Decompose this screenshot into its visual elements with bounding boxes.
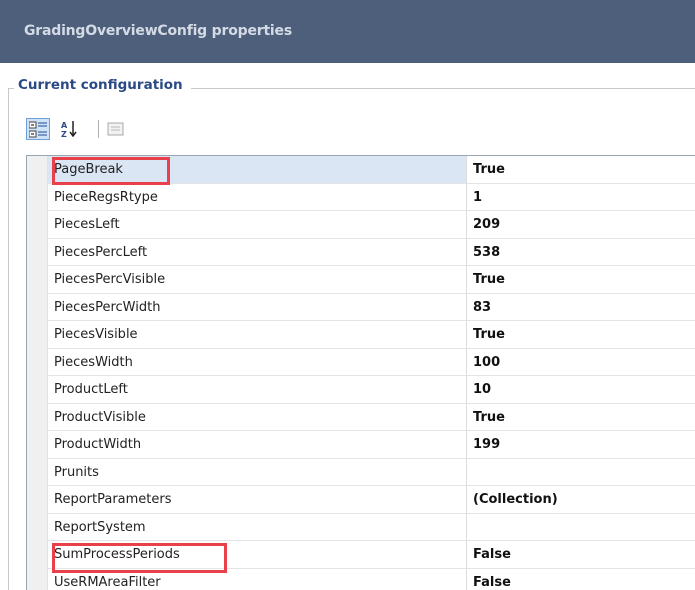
property-name[interactable]: PiecesPercWidth [48, 293, 467, 321]
property-grid: PageBreak True PieceRegsRtype 1 PiecesLeft 20… [26, 155, 695, 590]
property-value[interactable]: False [467, 569, 695, 590]
property-name[interactable]: PageBreak [48, 156, 467, 184]
property-row[interactable]: PiecesPercLeft 538 [27, 238, 695, 266]
property-value[interactable]: 209 [467, 211, 695, 239]
property-name[interactable]: ProductLeft [48, 376, 467, 404]
property-value[interactable] [467, 514, 695, 541]
property-pages-icon [107, 122, 124, 136]
property-value[interactable]: False [467, 541, 695, 569]
property-row[interactable]: SumProcessPeriods False [27, 541, 695, 569]
groupbox-legend: Current configuration [14, 77, 191, 93]
property-row[interactable]: Prunits [27, 458, 695, 486]
property-name[interactable]: UseRMAreaFilter [48, 568, 467, 590]
property-row[interactable]: PiecesVisible True [27, 321, 695, 349]
svg-text:A: A [61, 121, 68, 130]
property-name[interactable]: ReportParameters [48, 486, 467, 514]
property-name[interactable]: PiecesVisible [48, 321, 467, 349]
property-value[interactable]: 10 [467, 376, 695, 404]
property-name[interactable]: PieceRegsRtype [48, 183, 467, 211]
property-row[interactable]: ProductVisible True [27, 403, 695, 431]
property-row[interactable]: UseRMAreaFilter False [27, 568, 695, 590]
property-value[interactable]: True [467, 266, 695, 294]
property-row[interactable]: ProductLeft 10 [27, 376, 695, 404]
property-value[interactable]: 100 [467, 349, 695, 376]
sort-alphabetical-icon: A Z [61, 121, 77, 138]
property-row[interactable]: PageBreak True [27, 156, 695, 184]
property-name[interactable]: ProductVisible [48, 403, 467, 431]
categorized-view-button[interactable] [26, 118, 50, 140]
window-title: GradingOverviewConfig properties [24, 23, 292, 39]
title-bar: GradingOverviewConfig properties [0, 0, 695, 63]
property-name[interactable]: PiecesPercVisible [48, 266, 467, 294]
alphabetical-sort-button[interactable]: A Z [58, 118, 82, 140]
property-value[interactable]: 199 [467, 431, 695, 459]
property-row[interactable]: PiecesPercVisible True [27, 266, 695, 294]
property-value[interactable]: True [467, 404, 695, 431]
categorized-icon [29, 121, 47, 138]
property-name[interactable]: PiecesWidth [48, 348, 467, 376]
property-name[interactable]: PiecesLeft [48, 211, 467, 239]
toolbar-separator [98, 120, 99, 138]
property-row[interactable]: ReportParameters (Collection) [27, 486, 695, 514]
property-value[interactable]: True [467, 156, 695, 184]
property-row[interactable]: PiecesPercWidth 83 [27, 293, 695, 321]
property-value[interactable]: 83 [467, 294, 695, 321]
property-name[interactable]: PiecesPercLeft [48, 238, 467, 266]
property-row[interactable]: PiecesWidth 100 [27, 348, 695, 376]
property-name[interactable]: Prunits [48, 458, 467, 486]
property-name[interactable]: ReportSystem [48, 513, 467, 541]
property-row[interactable]: PieceRegsRtype 1 [27, 183, 695, 211]
property-name[interactable]: ProductWidth [48, 431, 467, 459]
property-value[interactable]: (Collection) [467, 486, 695, 514]
property-row[interactable]: ReportSystem [27, 513, 695, 541]
property-row[interactable]: ProductWidth 199 [27, 431, 695, 459]
property-value[interactable]: True [467, 321, 695, 349]
property-value[interactable] [467, 459, 695, 486]
svg-text:Z: Z [61, 130, 67, 138]
property-row[interactable]: PiecesLeft 209 [27, 211, 695, 239]
property-value[interactable]: 538 [467, 239, 695, 266]
property-pages-button[interactable] [104, 118, 128, 140]
property-name[interactable]: SumProcessPeriods [48, 541, 467, 569]
property-value[interactable]: 1 [467, 184, 695, 211]
